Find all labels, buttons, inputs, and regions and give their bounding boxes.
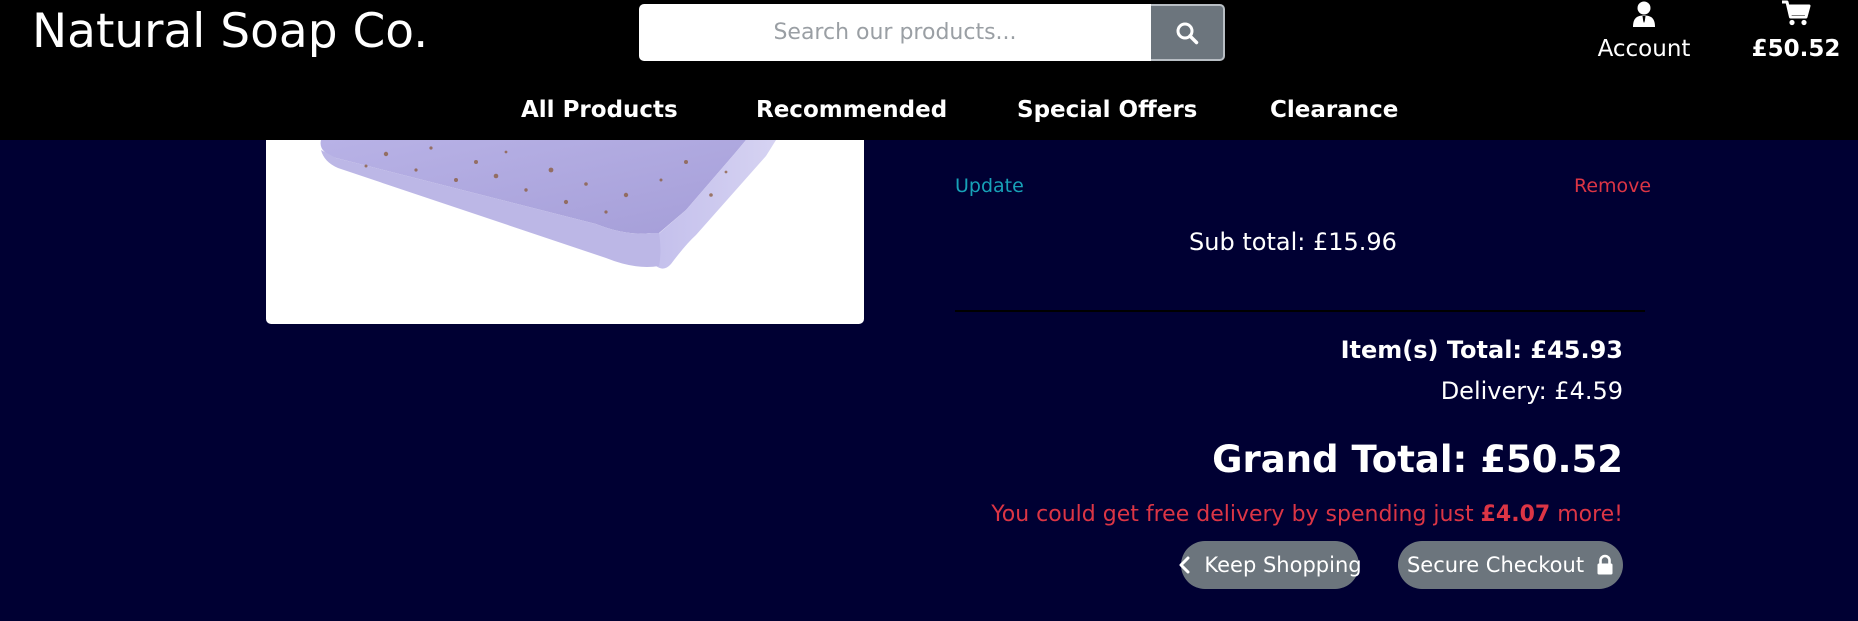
secure-checkout-label: Secure Checkout: [1406, 553, 1585, 577]
user-icon: [1594, 0, 1694, 28]
free-delivery-suffix: more!: [1557, 502, 1623, 527]
items-total: Item(s) Total: £45.93: [1340, 336, 1623, 364]
delivery-cost: Delivery: £4.59: [1440, 377, 1623, 405]
update-link[interactable]: Update: [955, 175, 1024, 197]
nav-item-all-products[interactable]: All Products: [521, 92, 678, 128]
secure-checkout-button[interactable]: Secure Checkout: [1398, 541, 1623, 589]
item-subtotal: Sub total: £15.96: [1189, 228, 1397, 256]
account-link[interactable]: Account: [1594, 0, 1694, 68]
account-label: Account: [1597, 36, 1691, 62]
free-delivery-prefix: You could get free delivery by spending …: [991, 502, 1474, 527]
brand-logo[interactable]: Natural Soap Co.: [32, 4, 428, 60]
keep-shopping-button[interactable]: Keep Shopping: [1178, 541, 1362, 589]
nav-item-special-offers[interactable]: Special Offers: [1017, 92, 1197, 128]
page: Natural Soap Co. Account: [0, 0, 1858, 621]
keep-shopping-label: Keep Shopping: [1204, 553, 1362, 577]
free-delivery-message: You could get free delivery by spending …: [991, 502, 1623, 527]
nav-item-clearance[interactable]: Clearance: [1270, 92, 1398, 128]
cart-link[interactable]: £50.52: [1748, 0, 1844, 68]
grand-total: Grand Total: £50.52: [1212, 438, 1623, 481]
search-input[interactable]: [639, 4, 1151, 61]
remove-link[interactable]: Remove: [1574, 175, 1651, 197]
cart-total: £50.52: [1751, 36, 1841, 62]
product-image: [266, 140, 864, 324]
nav-item-recommended[interactable]: Recommended: [756, 92, 947, 128]
free-delivery-amount: £4.07: [1480, 502, 1551, 527]
soap-bar-image: [320, 140, 776, 269]
search-icon: [1176, 22, 1199, 44]
search-form: [639, 4, 1225, 61]
summary-divider: [955, 310, 1645, 312]
main-nav: All Products Recommended Special Offers …: [0, 92, 1858, 128]
chevron-left-icon: [1178, 556, 1192, 574]
cart-icon: [1748, 0, 1844, 28]
lock-icon: [1596, 554, 1614, 576]
site-header: Natural Soap Co. Account: [0, 0, 1858, 140]
search-button[interactable]: [1151, 4, 1225, 61]
